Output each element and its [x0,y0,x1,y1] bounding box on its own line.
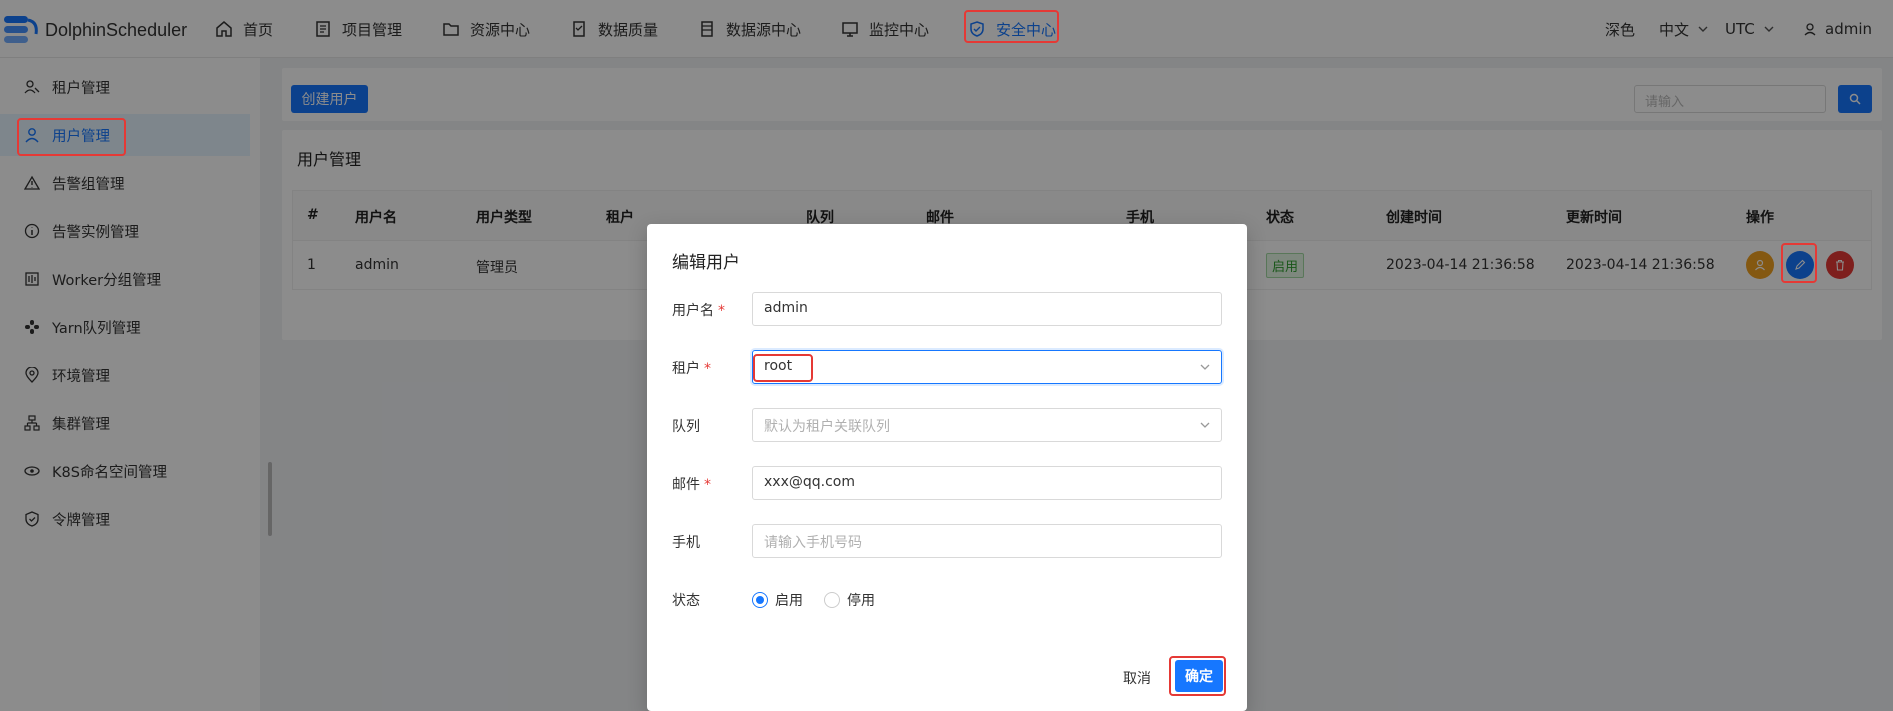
status-disabled-radio[interactable]: 停用 [824,590,875,610]
required-mark: * [718,303,725,319]
label-text: 用户名 [672,303,714,319]
label-text: 邮件 [672,477,700,493]
edit-user-dialog: 编辑用户 用户名 * admin 租户 * root 队列 默认为租户关联队列 邮件… [647,224,1247,711]
chevron-down-icon [1200,422,1210,428]
queue-placeholder: 默认为租户关联队列 [764,419,890,435]
radio-dot [824,592,840,608]
radio-label: 启用 [775,593,803,609]
email-label: 邮件 * [672,474,711,494]
status-enabled-radio[interactable]: 启用 [752,590,803,610]
required-mark: * [704,361,711,377]
cancel-button[interactable]: 取消 [1123,668,1151,688]
phone-field[interactable]: 请输入手机号码 [752,524,1222,558]
status-label: 状态 [672,593,700,609]
username-label: 用户名 * [672,300,725,320]
username-input[interactable]: admin [752,292,1222,326]
required-mark: * [704,477,711,493]
phone-label: 手机 [672,535,700,551]
queue-select[interactable]: 默认为租户关联队列 [752,408,1222,442]
label-text: 租户 [672,361,700,377]
tenant-label: 租户 * [672,358,711,378]
tenant-select[interactable]: root [752,350,1222,384]
radio-dot [752,592,768,608]
tenant-value: root [764,358,793,374]
radio-label: 停用 [847,593,875,609]
email-field[interactable]: xxx@qq.com [752,466,1222,500]
chevron-down-icon [1200,364,1210,370]
dialog-title: 编辑用户 [672,253,740,273]
queue-label: 队列 [672,419,700,435]
confirm-button[interactable]: 确定 [1175,660,1223,692]
